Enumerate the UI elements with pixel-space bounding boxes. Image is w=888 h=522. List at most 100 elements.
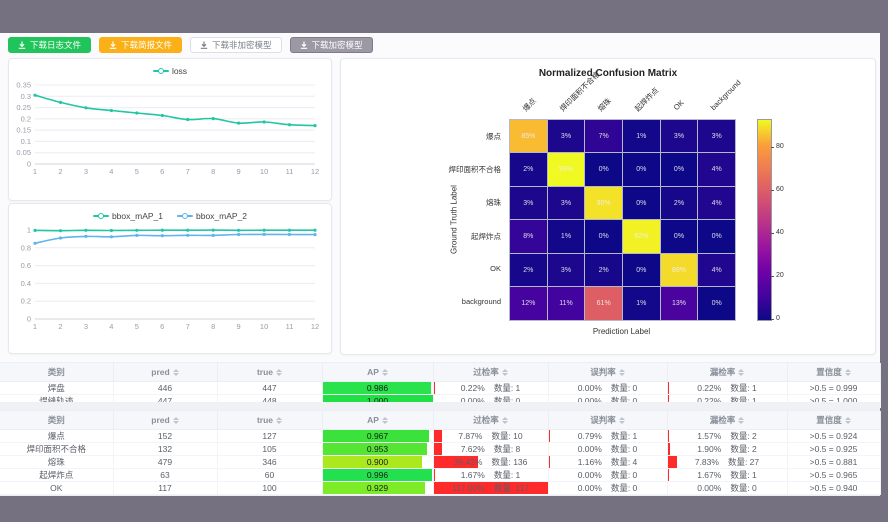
column-header-漏检率[interactable]: 漏检率 — [667, 411, 787, 430]
column-header-true[interactable]: true — [217, 411, 322, 430]
sort-ascending-icon[interactable] — [738, 417, 744, 420]
sort-caret-icon[interactable] — [276, 417, 282, 424]
table-row: 熔珠4793460.90039.42%数量: 1361.16%数量: 47.83… — [0, 456, 880, 469]
column-header-误判率[interactable]: 误判率 — [548, 363, 667, 382]
matrix-cell: 89% — [661, 254, 698, 286]
sort-caret-icon[interactable] — [502, 369, 508, 376]
sort-caret-icon[interactable] — [382, 369, 388, 376]
column-header-过检率[interactable]: 过检率 — [433, 411, 548, 430]
cell-miss-detection: 7.83%数量: 27 — [667, 456, 787, 469]
column-header-AP[interactable]: AP — [322, 411, 433, 430]
sort-caret-icon[interactable] — [173, 369, 179, 376]
matrix-cell: 4% — [698, 254, 735, 286]
download-encrypted-model-button[interactable]: 下载加密模型 — [290, 37, 373, 53]
sort-descending-icon[interactable] — [845, 421, 851, 424]
sort-descending-icon[interactable] — [619, 421, 625, 424]
sort-ascending-icon[interactable] — [738, 369, 744, 372]
sort-descending-icon[interactable] — [276, 421, 282, 424]
matrix-cell: 1% — [623, 120, 660, 152]
column-header-pred[interactable]: pred — [113, 363, 217, 382]
colorbar-tick — [771, 190, 774, 191]
cell-ap: 0.996 — [322, 469, 433, 482]
svg-text:0.05: 0.05 — [16, 148, 31, 157]
sort-ascending-icon[interactable] — [382, 369, 388, 372]
sort-ascending-icon[interactable] — [619, 369, 625, 372]
sort-caret-icon[interactable] — [738, 369, 744, 376]
matrix-cell: 0% — [698, 220, 735, 252]
sort-descending-icon[interactable] — [619, 373, 625, 376]
misjudge-count: 数量: 0 — [611, 382, 637, 394]
svg-text:0: 0 — [27, 315, 31, 324]
sort-descending-icon[interactable] — [173, 373, 179, 376]
sort-ascending-icon[interactable] — [619, 417, 625, 420]
download-plain-model-button[interactable]: 下载非加密模型 — [190, 37, 282, 53]
matrix-cell: 0% — [698, 287, 735, 319]
sort-ascending-icon[interactable] — [276, 369, 282, 372]
sort-descending-icon[interactable] — [738, 373, 744, 376]
sort-caret-icon[interactable] — [845, 417, 851, 424]
legend-item-loss[interactable]: loss — [153, 66, 187, 76]
sort-caret-icon[interactable] — [619, 369, 625, 376]
cell-true-count: 105 — [217, 443, 322, 456]
matrix-cell: 3% — [510, 187, 547, 219]
column-header-过检率[interactable]: 过检率 — [433, 363, 548, 382]
column-header-类别: 类别 — [0, 363, 113, 382]
column-header-漏检率[interactable]: 漏检率 — [667, 363, 787, 382]
legend-item-bbox_mAP_2[interactable]: bbox_mAP_2 — [177, 211, 247, 221]
column-header-置信度[interactable]: 置信度 — [787, 363, 880, 382]
column-header-误判率[interactable]: 误判率 — [548, 411, 667, 430]
sort-descending-icon[interactable] — [173, 421, 179, 424]
matrix-cell: 3% — [698, 120, 735, 152]
sort-ascending-icon[interactable] — [502, 369, 508, 372]
header-row: 类别predtrueAP过检率误判率漏检率置信度 — [0, 411, 880, 430]
sort-descending-icon[interactable] — [845, 373, 851, 376]
sort-caret-icon[interactable] — [276, 369, 282, 376]
column-header-label: 置信度 — [816, 414, 842, 426]
column-header-置信度[interactable]: 置信度 — [787, 411, 880, 430]
legend-label: bbox_mAP_1 — [112, 211, 163, 221]
sort-ascending-icon[interactable] — [845, 369, 851, 372]
svg-text:2: 2 — [58, 167, 62, 176]
column-header-true[interactable]: true — [217, 363, 322, 382]
sort-ascending-icon[interactable] — [502, 417, 508, 420]
sort-caret-icon[interactable] — [502, 417, 508, 424]
matrix-cell: 0% — [585, 153, 622, 185]
cell-confidence: >0.5 = 0.999 — [787, 382, 880, 395]
cell-class-name: 焊盘 — [0, 382, 113, 395]
misjudge-count: 数量: 0 — [611, 482, 637, 494]
column-header-AP[interactable]: AP — [322, 363, 433, 382]
sort-descending-icon[interactable] — [502, 373, 508, 376]
sort-descending-icon[interactable] — [382, 421, 388, 424]
sort-ascending-icon[interactable] — [173, 417, 179, 420]
sort-caret-icon[interactable] — [619, 417, 625, 424]
map-chart-card: bbox_mAP_1bbox_mAP_2 00.20.40.60.8112345… — [8, 203, 332, 354]
sort-caret-icon[interactable] — [845, 369, 851, 376]
matrix-cell: 2% — [510, 153, 547, 185]
legend-item-bbox_mAP_1[interactable]: bbox_mAP_1 — [93, 211, 163, 221]
download-log-button[interactable]: 下载日志文件 — [8, 37, 91, 53]
sort-descending-icon[interactable] — [276, 373, 282, 376]
sort-ascending-icon[interactable] — [382, 417, 388, 420]
class-metrics-table: 类别predtrueAP过检率误判率漏检率置信度爆点1521270.9677.8… — [0, 411, 881, 495]
sort-ascending-icon[interactable] — [276, 417, 282, 420]
sort-ascending-icon[interactable] — [173, 369, 179, 372]
over-detection-count: 数量: 117 — [494, 482, 529, 494]
misjudge-count: 数量: 4 — [611, 456, 637, 468]
sort-caret-icon[interactable] — [173, 417, 179, 424]
colorbar-tick — [771, 233, 774, 234]
cell-true-count: 60 — [217, 469, 322, 482]
miss-detection-count: 数量: 2 — [730, 430, 756, 442]
sort-descending-icon[interactable] — [738, 421, 744, 424]
column-header-pred[interactable]: pred — [113, 411, 217, 430]
sort-ascending-icon[interactable] — [845, 417, 851, 420]
prediction-label-axis: Prediction Label — [509, 327, 734, 336]
sort-caret-icon[interactable] — [738, 417, 744, 424]
svg-text:7: 7 — [186, 167, 190, 176]
legend-marker — [177, 215, 193, 217]
column-header-label: true — [257, 415, 273, 425]
sort-descending-icon[interactable] — [382, 373, 388, 376]
download-report-button[interactable]: 下载简报文件 — [99, 37, 182, 53]
sort-descending-icon[interactable] — [502, 421, 508, 424]
sort-caret-icon[interactable] — [382, 417, 388, 424]
download-plain-model-label: 下载非加密模型 — [212, 37, 272, 53]
